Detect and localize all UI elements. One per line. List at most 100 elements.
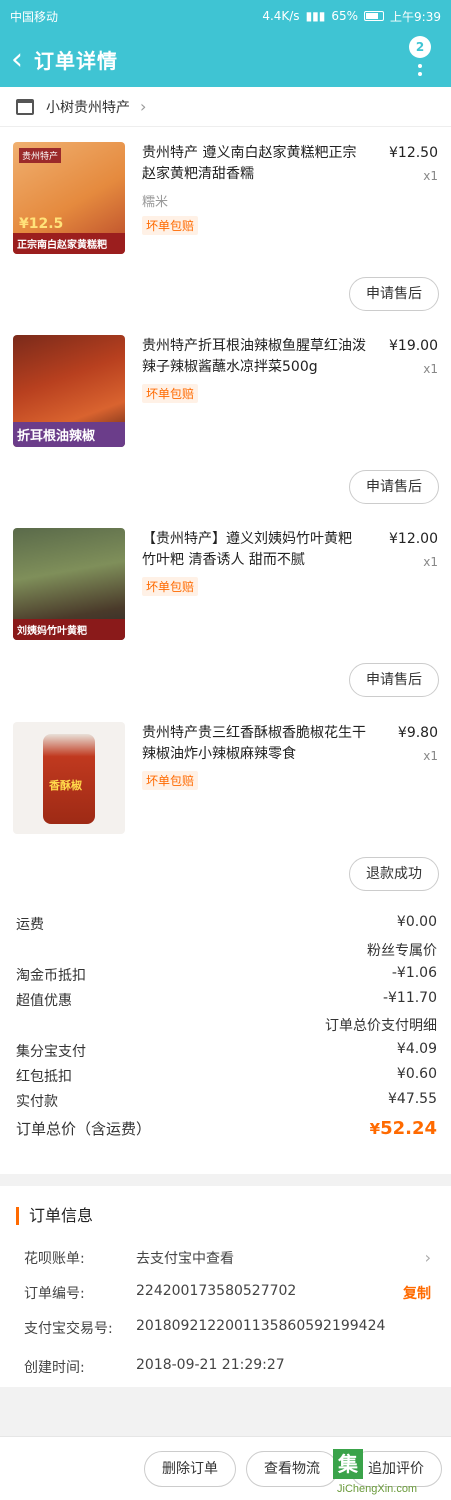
product-title[interactable]: 贵州特产折耳根油辣椒鱼腥草红油泼辣子辣椒酱蘸水凉拌菜500g [142, 336, 368, 378]
payment-detail-row[interactable]: 订单总价支付明细 [16, 1015, 437, 1037]
product-image[interactable]: 折耳根油辣椒 [13, 335, 125, 447]
total-amount: 52.24 [380, 1118, 437, 1139]
guarantee-tag: 坏单包赔 [142, 384, 199, 403]
thumb-caption: 香酥椒 [49, 779, 82, 792]
message-badge: 2 [409, 36, 431, 58]
guarantee-tag: 坏单包赔 [142, 216, 199, 235]
huabei-value: 去支付宝中查看 [136, 1251, 234, 1267]
product-quantity: x1 [423, 362, 438, 376]
product-quantity: x1 [423, 749, 438, 763]
product-price: ¥12.00 [389, 531, 438, 547]
total-row: 订单总价（含运费） ¥52.24 [16, 1118, 437, 1144]
copy-button[interactable]: 复制 [403, 1283, 431, 1303]
order-content: 小树贵州特产 › 贵州特产 ¥12.5 正宗南白赵家黄糕粑 贵州特产 遵义南白赵… [0, 87, 451, 1387]
product-title[interactable]: 【贵州特产】遵义刘姨妈竹叶黄粑 竹叶粑 清香诱人 甜而不腻 [142, 529, 368, 571]
thumb-caption: 正宗南白赵家黄糕粑 [13, 233, 125, 254]
huabei-row[interactable]: 花呗账单: 去支付宝中查看 › [24, 1248, 431, 1270]
product-title[interactable]: 贵州特产 遵义南白赵家黄糕粑正宗赵家黄粑清甜香糯 [142, 143, 368, 185]
payment-detail-link[interactable]: 订单总价支付明细 [325, 1015, 437, 1035]
taojinbi-row: 淘金币抵扣 -¥1.06 [16, 965, 437, 987]
order-item[interactable]: 贵州特产 ¥12.5 正宗南白赵家黄糕粑 贵州特产 遵义南白赵家黄糕粑正宗赵家黄… [0, 139, 451, 319]
status-right: 4.4K/s ▮▮▮ 65% 上午9:39 [262, 8, 441, 25]
freight-label: 运费 [16, 917, 44, 933]
product-quantity: x1 [423, 555, 438, 569]
more-dot-icon [418, 72, 422, 76]
order-item[interactable]: 香酥椒 贵州特产贵三红香酥椒香脆椒花生干辣椒油炸小辣椒麻辣零食 ¥9.80 x1… [0, 719, 451, 899]
bottom-action-bar: 删除订单 查看物流 追加评价 集 JiChengXin.com [0, 1436, 451, 1500]
chaozhi-value: -¥11.70 [382, 990, 437, 1006]
battery-percent: 65% [331, 9, 359, 23]
chevron-left-icon: ‹ [11, 42, 23, 77]
more-dot-icon [418, 64, 422, 68]
fan-price-label: 粉丝专属价 [367, 943, 437, 959]
product-title[interactable]: 贵州特产贵三红香酥椒香脆椒花生干辣椒油炸小辣椒麻辣零食 [142, 723, 368, 765]
paid-label: 实付款 [16, 1094, 58, 1110]
total-label: 订单总价（含运费） [16, 1120, 152, 1138]
huabei-label: 花呗账单: [24, 1251, 85, 1267]
product-image[interactable]: 香酥椒 [13, 722, 125, 834]
guarantee-tag: 坏单包赔 [142, 771, 199, 790]
chevron-right-icon: › [140, 97, 147, 116]
created-time-row: 创建时间: 2018-09-21 21:29:27 [24, 1357, 431, 1379]
product-price: ¥12.50 [389, 145, 438, 161]
alipay-trade-label: 支付宝交易号: [24, 1321, 113, 1337]
product-price: ¥19.00 [389, 338, 438, 354]
taojinbi-value: -¥1.06 [391, 965, 437, 981]
jifenbao-row: 集分宝支付 ¥4.09 [16, 1041, 437, 1063]
network-speed: 4.4K/s [262, 9, 300, 23]
chaozhi-label: 超值优惠 [16, 993, 72, 1009]
order-item[interactable]: 刘姨妈竹叶黄粑 【贵州特产】遵义刘姨妈竹叶黄粑 竹叶粑 清香诱人 甜而不腻 ¥1… [0, 525, 451, 705]
jifenbao-label: 集分宝支付 [16, 1044, 86, 1060]
after-sale-button[interactable]: 申请售后 [349, 470, 439, 504]
view-logistics-button[interactable]: 查看物流 [246, 1451, 338, 1487]
hongbao-label: 红包抵扣 [16, 1069, 72, 1085]
status-bar: 中国移动 4.4K/s ▮▮▮ 65% 上午9:39 [0, 0, 451, 32]
alipay-trade-value: 2018092122001135860592199424 [136, 1318, 386, 1334]
watermark-logo: 集 [333, 1449, 363, 1479]
shop-name: 小树贵州特产 [46, 99, 130, 116]
clock: 上午9:39 [390, 9, 441, 24]
order-number-label: 订单编号: [24, 1286, 85, 1302]
created-time-label: 创建时间: [24, 1360, 85, 1376]
section-divider [0, 1174, 451, 1186]
total-value: ¥52.24 [370, 1118, 437, 1139]
product-sku: 糯米 [142, 195, 169, 210]
created-time-value: 2018-09-21 21:29:27 [136, 1357, 285, 1373]
after-sale-button[interactable]: 申请售后 [349, 277, 439, 311]
fan-price-row: 粉丝专属价 [16, 940, 437, 962]
hongbao-row: 红包抵扣 ¥0.60 [16, 1066, 437, 1088]
product-quantity: x1 [423, 169, 438, 183]
thumb-caption: 刘姨妈竹叶黄粑 [13, 619, 125, 640]
taojinbi-label: 淘金币抵扣 [16, 968, 86, 984]
thumb-caption: 折耳根油辣椒 [13, 422, 125, 447]
carrier-label: 中国移动 [10, 9, 59, 24]
total-currency: ¥ [369, 1120, 381, 1138]
freight-value: ¥0.00 [396, 914, 437, 930]
watermark: 集 JiChengXin.com [333, 1447, 451, 1500]
delete-order-button[interactable]: 删除订单 [144, 1451, 236, 1487]
chevron-right-icon: › [424, 1248, 431, 1267]
alipay-trade-row: 支付宝交易号: 2018092122001135860592199424 [24, 1318, 431, 1340]
order-number-value: 224200173580527702 [136, 1283, 297, 1299]
page-title: 订单详情 [34, 49, 118, 73]
shop-row[interactable]: 小树贵州特产 › [0, 87, 451, 127]
guarantee-tag: 坏单包赔 [142, 577, 199, 596]
paid-row: 实付款 ¥47.55 [16, 1091, 437, 1113]
thumb-label: 贵州特产 [19, 148, 62, 163]
back-button[interactable]: ‹ [0, 32, 34, 87]
refund-status-button[interactable]: 退款成功 [349, 857, 439, 891]
after-sale-button[interactable]: 申请售后 [349, 663, 439, 697]
product-image[interactable]: 刘姨妈竹叶黄粑 [13, 528, 125, 640]
product-image[interactable]: 贵州特产 ¥12.5 正宗南白赵家黄糕粑 [13, 142, 125, 254]
battery-icon [364, 11, 385, 21]
thumb-price: ¥12.5 [19, 216, 64, 232]
chaozhi-row: 超值优惠 -¥11.70 [16, 990, 437, 1012]
freight-row: 运费 ¥0.00 [16, 914, 437, 936]
signal-icon: ▮▮▮ [305, 9, 326, 23]
more-menu-button[interactable]: 2 [409, 36, 433, 82]
store-icon [16, 98, 34, 115]
hongbao-value: ¥0.60 [396, 1066, 437, 1082]
order-item[interactable]: 折耳根油辣椒 贵州特产折耳根油辣椒鱼腥草红油泼辣子辣椒酱蘸水凉拌菜500g ¥1… [0, 332, 451, 512]
jifenbao-value: ¥4.09 [396, 1041, 437, 1057]
order-info-title: 订单信息 [16, 1207, 93, 1225]
